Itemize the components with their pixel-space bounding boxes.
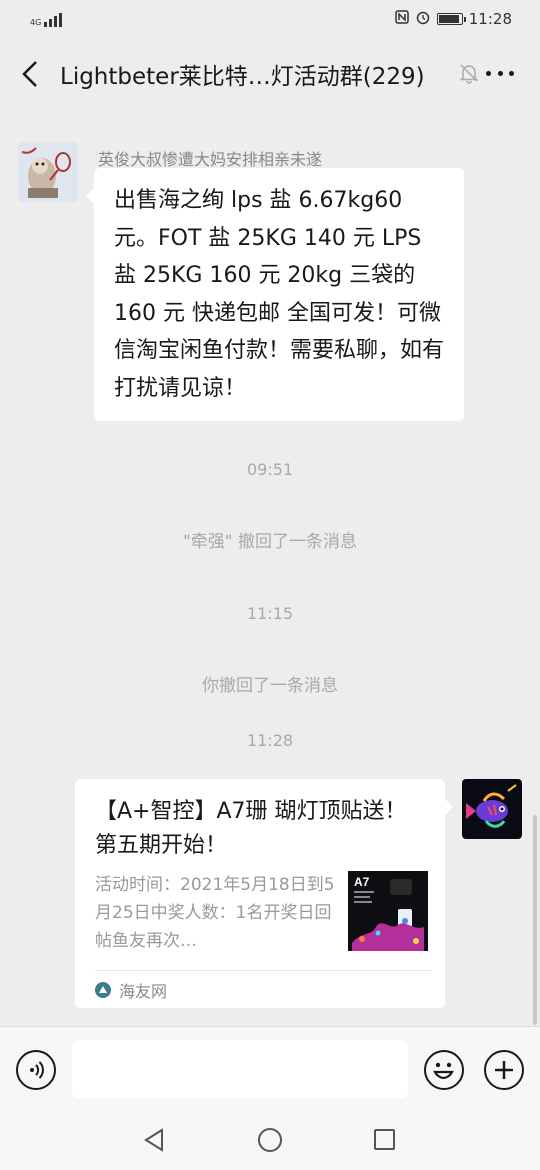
timestamp: 11:15 (246, 604, 294, 623)
scrollbar[interactable] (533, 815, 537, 1025)
chat-title: Lightbeter莱比特…灯活动群(229) (60, 64, 425, 90)
link-card-desc: 活动时间：2021年5月18日到5月25日中奖人数：1名开奖日回帖鱼友再次… (95, 875, 335, 951)
recall-notice: 你撤回了一条消息 (202, 676, 338, 696)
timestamp: 09:51 (246, 460, 294, 479)
source-name: 海友网 (119, 982, 168, 1001)
link-card[interactable]: 【A+智控】A7珊 瑚灯顶贴送！第五期开始！ 活动时间：2021年5月18日到5… (75, 779, 453, 1008)
message-bubble[interactable]: 出售海之绚 lps 盐 6.67kg60 元。FOT 盐 25KG 140 元 … (86, 168, 464, 421)
chat-header: Lightbeter莱比特…灯活动群(229) (0, 38, 540, 110)
source-logo-icon (95, 982, 111, 998)
avatar[interactable] (18, 142, 78, 202)
fish-avatar-icon (462, 779, 522, 839)
alarm-icon (415, 9, 431, 29)
more-icon[interactable] (486, 62, 514, 84)
voice-icon[interactable] (16, 1050, 56, 1090)
link-card-title: 【A+智控】A7珊 瑚灯顶贴送！第五期开始！ (95, 799, 407, 858)
link-card-source: 海友网 (95, 978, 167, 1002)
battery-icon (436, 13, 466, 25)
plus-icon[interactable] (484, 1050, 524, 1090)
nav-back-icon[interactable] (143, 1128, 165, 1156)
signal-icon: 4G (30, 11, 63, 27)
nfc-icon (395, 10, 409, 28)
link-card-thumbnail: A7 (348, 871, 428, 951)
timestamp: 11:28 (246, 731, 294, 750)
recall-notice: "牵强" 撤回了一条消息 (182, 532, 358, 552)
back-icon[interactable] (16, 60, 44, 88)
sender-name: 英俊大叔惨遭大妈安排相亲未遂 (98, 150, 323, 169)
status-time: 11:28 (468, 10, 512, 28)
input-bar (0, 1026, 540, 1112)
system-nav-bar (0, 1112, 540, 1170)
mute-icon (458, 62, 480, 84)
card-divider (95, 970, 431, 971)
status-bar: 4G 11:28 (0, 0, 540, 38)
thumb-label: A7 (354, 875, 370, 889)
my-avatar[interactable] (462, 779, 522, 839)
cartoon-avatar-icon (18, 142, 78, 202)
nav-recent-icon[interactable] (374, 1129, 395, 1150)
message-input[interactable] (72, 1040, 408, 1098)
emoji-icon[interactable] (424, 1050, 464, 1090)
network-type: 4G (30, 18, 42, 27)
nav-home-icon[interactable] (258, 1128, 282, 1152)
